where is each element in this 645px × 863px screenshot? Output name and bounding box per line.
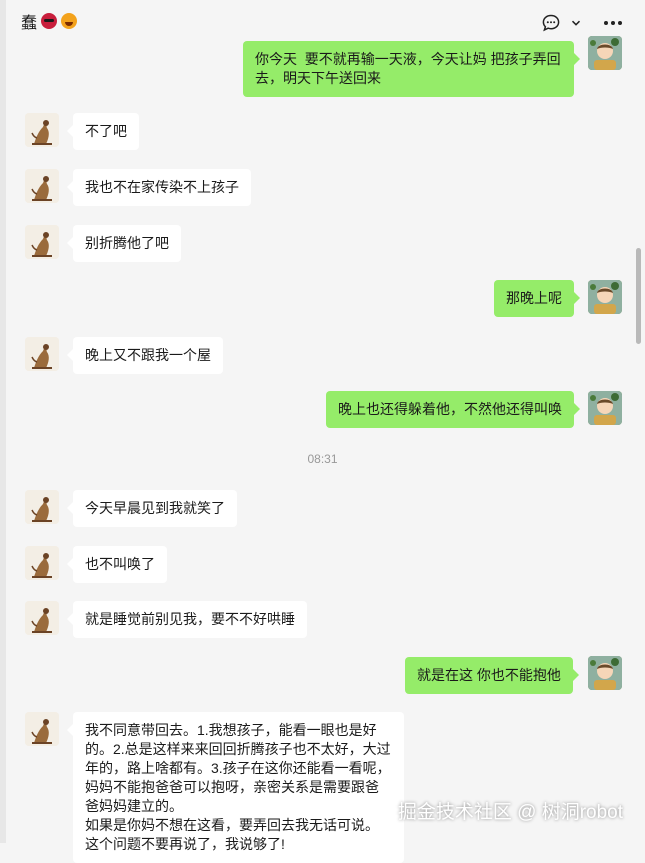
my-avatar[interactable] <box>588 391 622 425</box>
contact-name: 蠢 <box>21 15 38 32</box>
hot-face-emoji <box>61 13 78 29</box>
window-left-edge <box>0 0 6 843</box>
my-avatar[interactable] <box>588 36 622 70</box>
chat-title: 蠢 <box>21 9 78 33</box>
message-bubble-outgoing[interactable]: 晚上也还得躲着他，不然他还得叫唤 <box>326 391 580 428</box>
contact-avatar[interactable] <box>25 490 59 524</box>
chat-header: 蠢 <box>6 0 645 44</box>
chevron-down-icon[interactable] <box>571 18 581 28</box>
chat-bubble-icon[interactable] <box>541 13 561 33</box>
contact-avatar[interactable] <box>25 712 59 746</box>
message-bubble-outgoing[interactable]: 你今天 要不就再输一天液，今天让妈 把孩子弄回去，明天下午送回来 <box>243 41 580 97</box>
message-bubble-incoming[interactable]: 别折腾他了吧 <box>67 225 181 262</box>
message-bubble-incoming[interactable]: 我不同意带回去。1.我想孩子，能看一眼也是好的。2.总是这样来来回回折腾孩子也不… <box>67 712 404 863</box>
contact-avatar[interactable] <box>25 601 59 635</box>
contact-avatar[interactable] <box>25 169 59 203</box>
message-bubble-outgoing[interactable]: 就是在这 你也不能抱他 <box>405 657 579 694</box>
timestamp: 08:31 <box>307 452 338 466</box>
contact-avatar[interactable] <box>25 546 59 580</box>
my-avatar[interactable] <box>588 280 622 314</box>
message-bubble-incoming[interactable]: 今天早晨见到我就笑了 <box>67 490 237 527</box>
message-bubble-incoming[interactable]: 就是睡觉前别见我，要不不好哄睡 <box>67 601 307 638</box>
message-bubble-incoming[interactable]: 也不叫唤了 <box>67 546 167 583</box>
message-bubble-incoming[interactable]: 晚上又不跟我一个屋 <box>67 337 223 374</box>
message-bubble-incoming[interactable]: 不了吧 <box>67 113 139 150</box>
angry-face-emoji <box>41 13 58 29</box>
contact-avatar[interactable] <box>25 113 59 147</box>
chat-scrollbar[interactable] <box>636 248 641 344</box>
more-icon[interactable] <box>603 20 623 26</box>
message-bubble-incoming[interactable]: 我也不在家传染不上孩子 <box>67 169 251 206</box>
contact-avatar[interactable] <box>25 337 59 371</box>
watermark: 掘金技术社区 @ 树洞robot <box>397 802 623 823</box>
my-avatar[interactable] <box>588 656 622 690</box>
message-bubble-outgoing[interactable]: 那晚上呢 <box>494 280 580 317</box>
contact-avatar[interactable] <box>25 225 59 259</box>
